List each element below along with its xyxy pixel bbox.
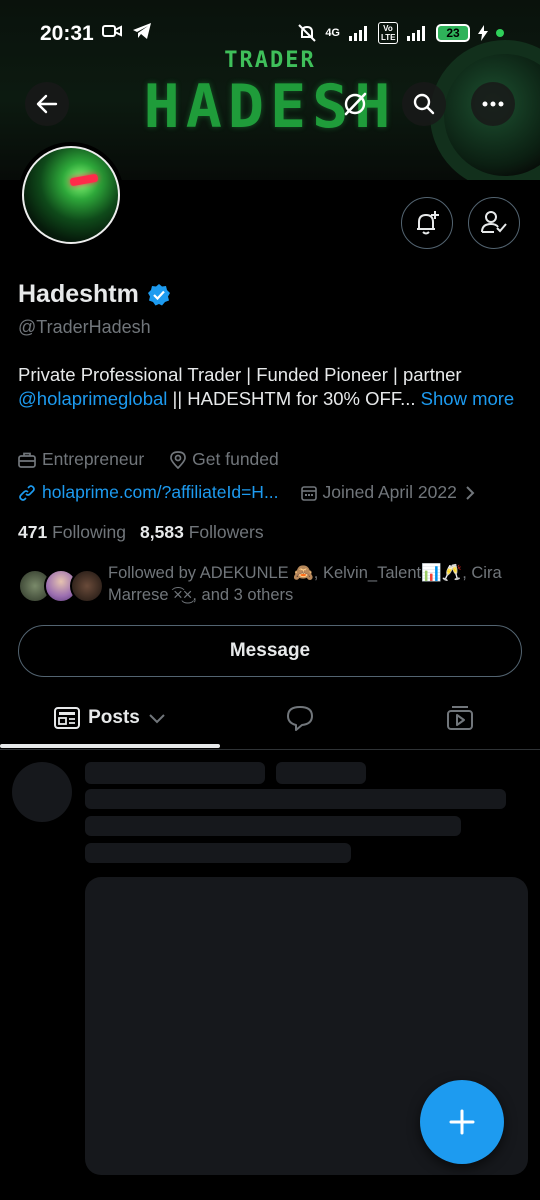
briefcase-icon bbox=[18, 452, 36, 468]
following-stat[interactable]: 471 Following bbox=[18, 522, 126, 543]
avatar-image bbox=[22, 146, 120, 244]
volte-badge: Vo LTE bbox=[378, 22, 398, 44]
location-label: Get funded bbox=[192, 449, 279, 469]
followed-by-section[interactable]: Followed by ADEKUNLE 🙈, Kelvin_Talent📊🥂,… bbox=[18, 562, 528, 608]
skeleton-avatar bbox=[12, 762, 72, 822]
telegram-icon bbox=[133, 23, 151, 39]
plus-icon bbox=[449, 1109, 475, 1135]
tab-active-indicator bbox=[0, 744, 220, 748]
verified-badge-icon[interactable] bbox=[147, 283, 171, 307]
status-right-icons: 4G Vo LTE 23 bbox=[297, 22, 504, 44]
following-count: 471 bbox=[18, 522, 48, 542]
followers-stat[interactable]: 8,583 Followers bbox=[140, 522, 264, 543]
banner-title: HADESH bbox=[143, 72, 397, 142]
skeleton-line bbox=[85, 762, 265, 784]
bio-rest: || HADESHTM for 30% OFF... bbox=[167, 388, 416, 409]
notification-add-icon bbox=[417, 211, 439, 235]
profile-handle: @TraderHadesh bbox=[18, 317, 151, 337]
more-icon bbox=[482, 101, 504, 107]
profile-name: Hadeshtm bbox=[18, 280, 171, 309]
tab-posts[interactable]: Posts bbox=[0, 688, 220, 748]
joined-label: Joined April 2022 bbox=[322, 482, 457, 502]
posts-icon bbox=[54, 707, 81, 729]
joined-item: Joined April 2022 bbox=[300, 482, 477, 503]
charging-icon bbox=[478, 25, 488, 41]
link-icon bbox=[19, 484, 35, 501]
followed-by-line-1: Followed by ADEKUNLE 🙈, Kelvin_Talent📊🥂,… bbox=[108, 564, 502, 582]
back-button[interactable] bbox=[25, 82, 69, 126]
compose-post-button[interactable] bbox=[420, 1080, 504, 1164]
status-dot bbox=[496, 29, 504, 37]
followed-by-text: Followed by ADEKUNLE 🙈, Kelvin_Talent📊🥂,… bbox=[108, 562, 528, 606]
media-icon bbox=[447, 706, 473, 730]
follow-stats: 471 Following 8,583 Followers bbox=[18, 522, 264, 543]
battery-level: 23 bbox=[436, 24, 470, 42]
category-item: Entrepreneur bbox=[18, 449, 144, 470]
replies-icon bbox=[287, 706, 313, 731]
location-icon bbox=[170, 450, 187, 469]
calendar-icon bbox=[300, 485, 317, 501]
mute-icon bbox=[298, 24, 317, 42]
search-button[interactable] bbox=[402, 82, 446, 126]
website-item[interactable]: holaprime.com/?affiliateId=H... bbox=[18, 482, 279, 503]
skeleton-line bbox=[85, 843, 351, 863]
show-more-link[interactable]: Show more bbox=[421, 388, 515, 409]
profile-meta-row-1: Entrepreneur Get funded bbox=[18, 449, 279, 470]
chevron-right-icon[interactable] bbox=[463, 485, 477, 501]
follow-user-icon bbox=[481, 211, 507, 233]
bio-text: Private Professional Trader | Funded Pio… bbox=[18, 364, 462, 385]
grok-button[interactable] bbox=[333, 82, 377, 126]
notification-subscribe-button[interactable] bbox=[401, 197, 453, 249]
following-button[interactable] bbox=[468, 197, 520, 249]
message-button[interactable]: Message bbox=[18, 625, 522, 677]
follower-avatar bbox=[70, 569, 104, 603]
profile-avatar[interactable] bbox=[18, 142, 124, 248]
skeleton-line bbox=[276, 762, 366, 784]
status-time: 20:31 bbox=[40, 22, 94, 45]
signal-icon bbox=[349, 26, 367, 41]
followed-by-avatars bbox=[18, 569, 104, 603]
followers-count: 8,583 bbox=[140, 522, 184, 542]
followed-by-line-2: Marrese ͡×͜×, and 3 others bbox=[108, 586, 294, 604]
category-label: Entrepreneur bbox=[42, 449, 145, 469]
search-icon bbox=[413, 93, 435, 115]
tab-media[interactable] bbox=[400, 688, 520, 748]
more-button[interactable] bbox=[471, 82, 515, 126]
chevron-down-icon bbox=[149, 714, 165, 724]
tab-replies[interactable] bbox=[240, 688, 360, 748]
following-label: Following bbox=[52, 522, 127, 542]
skeleton-line bbox=[85, 816, 461, 836]
display-name: Hadeshtm bbox=[18, 280, 139, 308]
skeleton-line bbox=[85, 789, 506, 809]
back-arrow-icon bbox=[36, 94, 58, 114]
website-link[interactable]: holaprime.com/?affiliateId=H... bbox=[42, 482, 279, 503]
signal-icon-2 bbox=[407, 26, 425, 41]
bio-mention-link[interactable]: @holaprimeglobal bbox=[18, 388, 167, 409]
status-bar: 20:31 4G Vo LTE 23 bbox=[0, 0, 540, 66]
followers-label: Followers bbox=[188, 522, 264, 542]
location-item: Get funded bbox=[170, 449, 279, 470]
profile-bio: Private Professional Trader | Funded Pio… bbox=[18, 363, 528, 411]
profile-meta-row-2: holaprime.com/?affiliateId=H... Joined A… bbox=[18, 482, 477, 503]
network-type: 4G bbox=[325, 27, 340, 39]
tab-posts-label: Posts bbox=[88, 707, 140, 728]
video-icon bbox=[102, 25, 122, 37]
profile-tabs: Posts bbox=[0, 688, 540, 750]
status-left-icons bbox=[102, 22, 152, 40]
grok-icon bbox=[344, 92, 367, 116]
